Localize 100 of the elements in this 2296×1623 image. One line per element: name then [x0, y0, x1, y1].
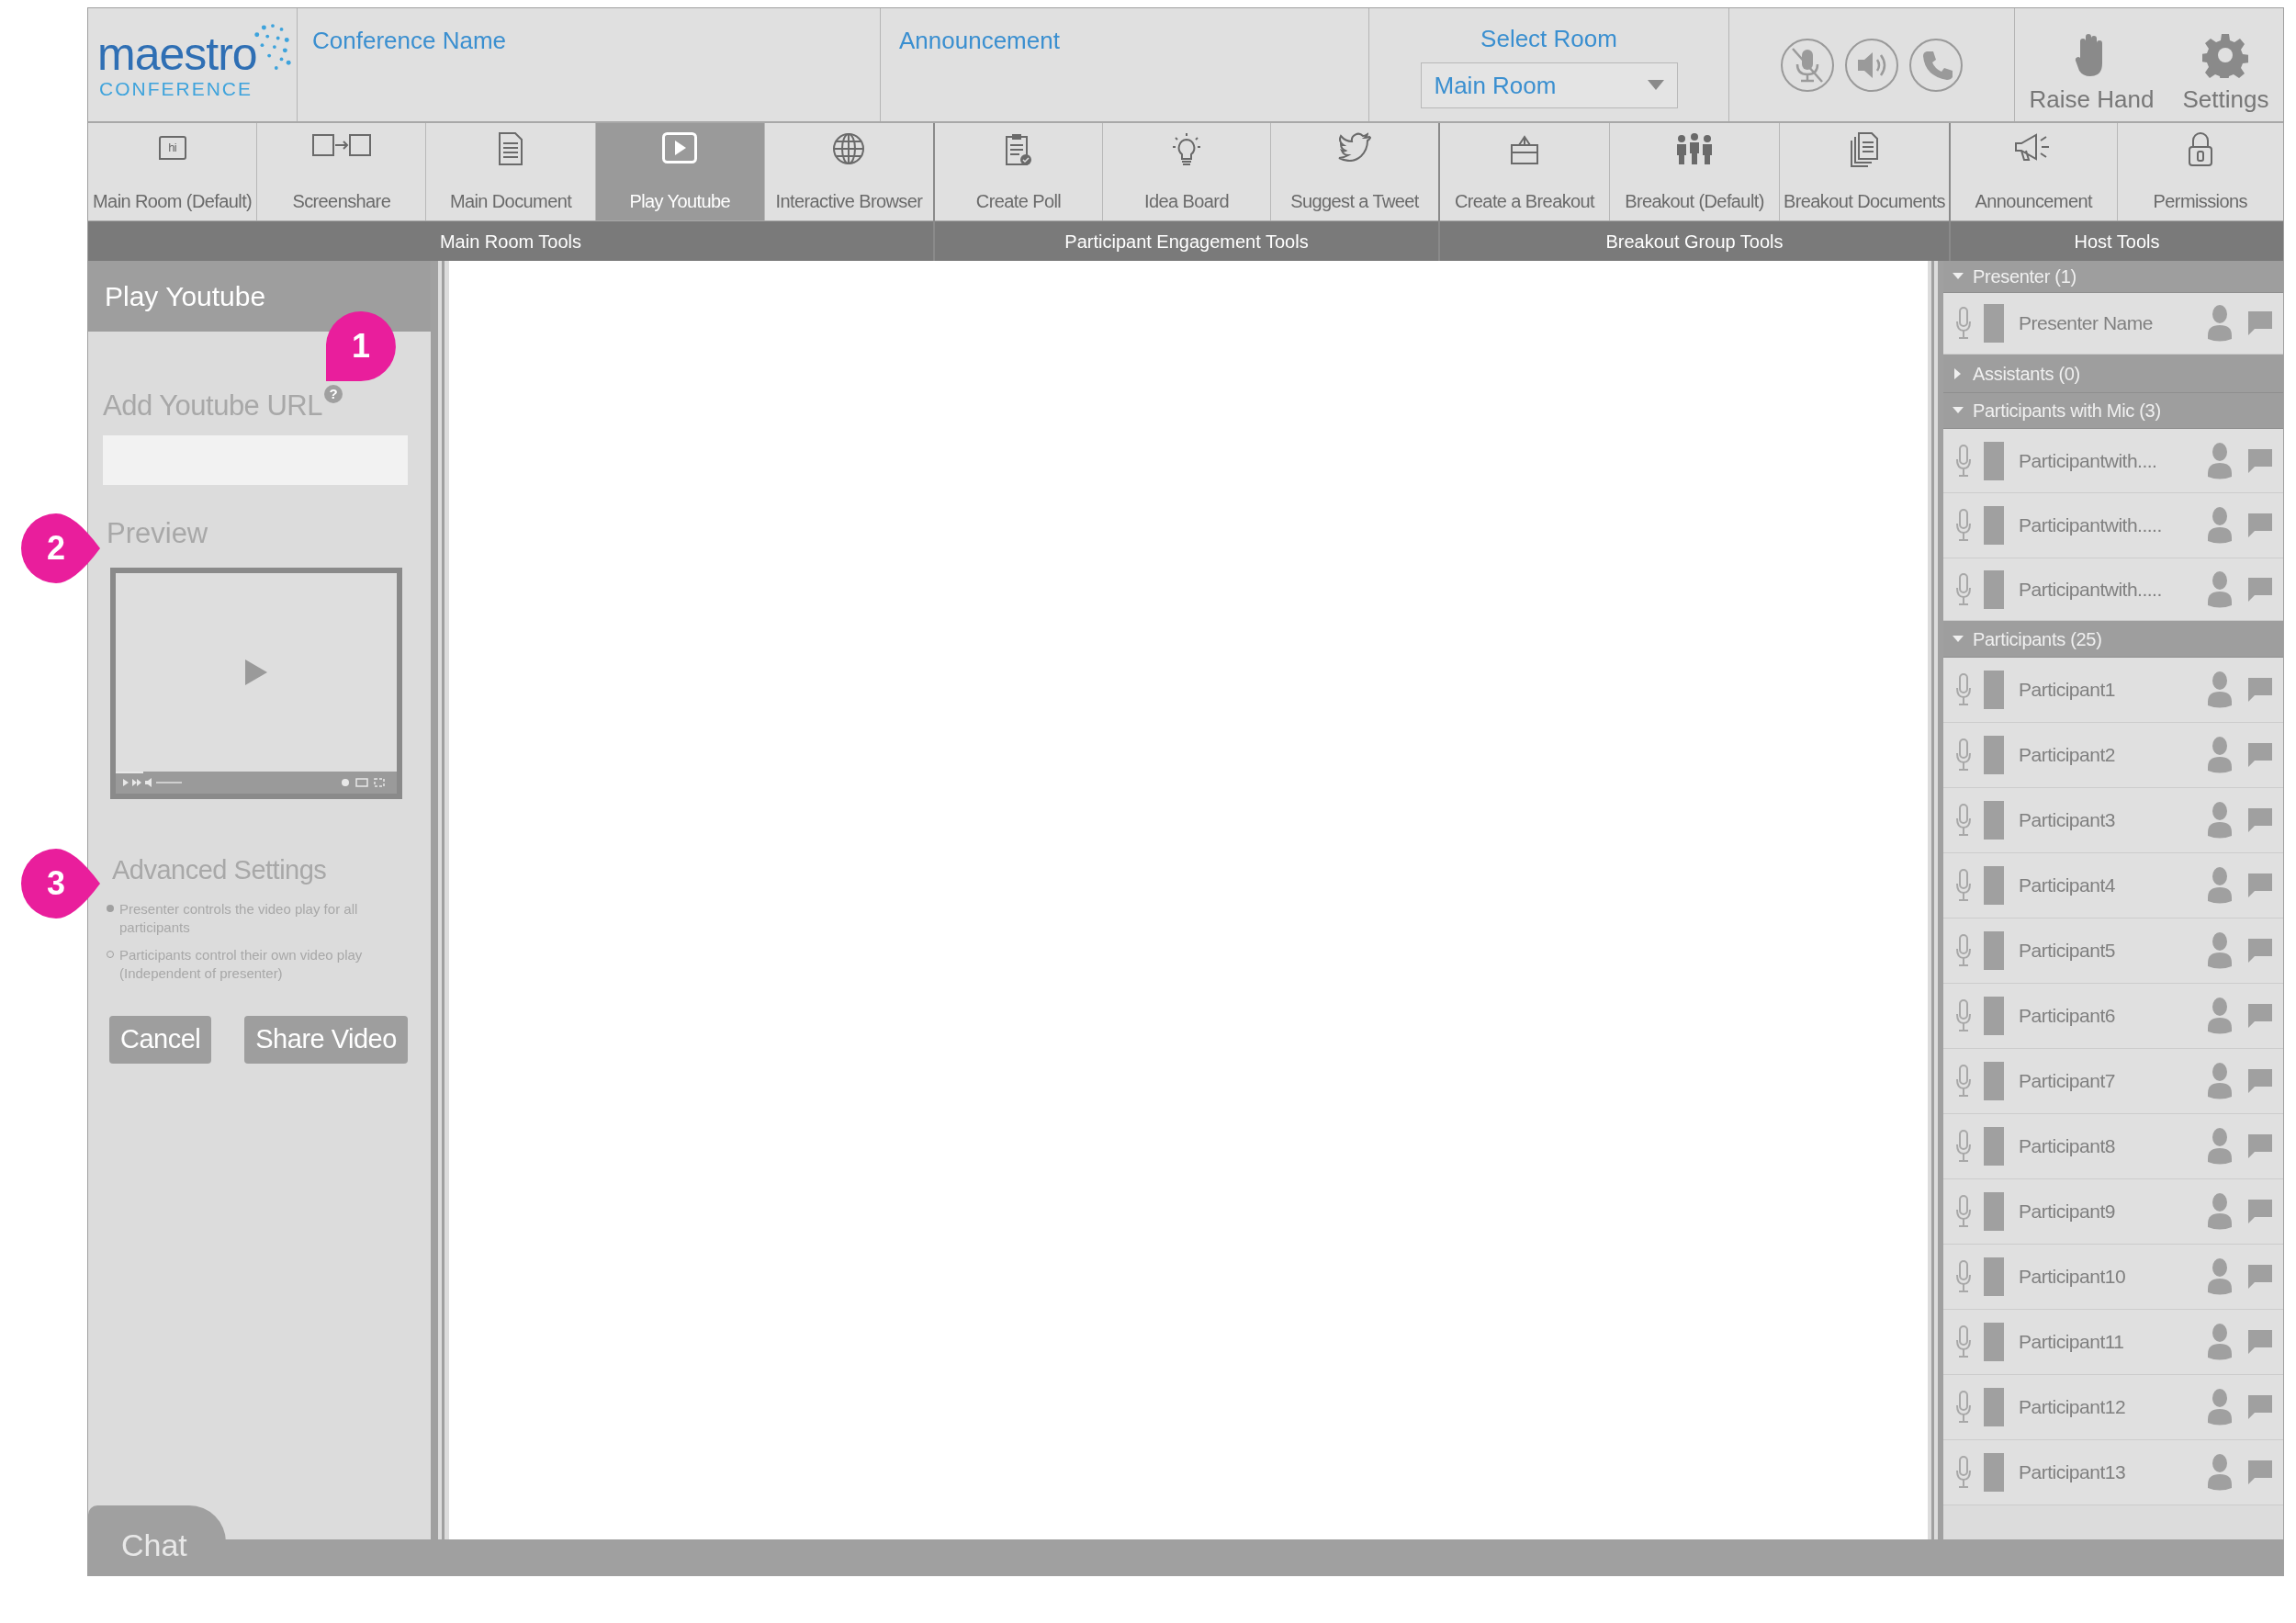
roster-section-header[interactable]: Presenter (1): [1943, 261, 2283, 293]
roster-section-header[interactable]: Participants (25): [1943, 621, 2283, 658]
microphone-icon[interactable]: [1956, 869, 1971, 902]
settings-icon: [2202, 32, 2249, 78]
chat-bubble-icon[interactable]: [2246, 676, 2274, 704]
participant-row[interactable]: Participant5: [1943, 919, 2283, 984]
microphone-icon[interactable]: [1956, 307, 1971, 340]
participant-name: Presenter Name: [2019, 311, 2154, 336]
participant-row[interactable]: Participant7: [1943, 1049, 2283, 1114]
chat-bubble-icon[interactable]: [2246, 1328, 2274, 1356]
phone-icon[interactable]: [1908, 37, 1964, 93]
microphone-icon[interactable]: [1956, 1260, 1971, 1293]
chat-bubble-icon[interactable]: [2246, 1459, 2274, 1486]
participant-row[interactable]: Participantwith....: [1943, 429, 2283, 493]
chat-bubble-icon[interactable]: [2246, 1067, 2274, 1095]
chat-bubble-icon[interactable]: [2246, 1393, 2274, 1421]
panel-splitter[interactable]: [1931, 261, 1943, 1539]
microphone-icon[interactable]: [1956, 1456, 1971, 1489]
microphone-icon[interactable]: [1956, 934, 1971, 967]
person-icon[interactable]: [2208, 1388, 2232, 1426]
participant-row[interactable]: Participant8: [1943, 1114, 2283, 1179]
person-icon[interactable]: [2208, 671, 2232, 709]
person-icon[interactable]: [2208, 1453, 2232, 1492]
bird-icon: [1338, 132, 1371, 162]
chat-bubble-icon[interactable]: [2246, 310, 2274, 337]
person-icon[interactable]: [2208, 1323, 2232, 1361]
microphone-icon[interactable]: [1956, 999, 1971, 1032]
person-icon[interactable]: [2208, 997, 2232, 1035]
participant-row[interactable]: Participant2: [1943, 723, 2283, 788]
participant-row[interactable]: Participant9: [1943, 1179, 2283, 1245]
person-icon[interactable]: [2208, 441, 2232, 480]
person-icon[interactable]: [2208, 304, 2232, 343]
person-icon[interactable]: [2208, 569, 2232, 609]
muted-microphone-icon[interactable]: [1780, 37, 1835, 93]
avatar-placeholder: [1984, 866, 2004, 905]
radio-button[interactable]: [107, 904, 114, 912]
participant-row[interactable]: Participantwith.....: [1943, 493, 2283, 558]
person-icon[interactable]: [2208, 1192, 2232, 1231]
microphone-icon[interactable]: [1956, 1325, 1971, 1358]
participant-row[interactable]: Participantwith.....: [1943, 558, 2283, 621]
participant-name: Participantwith.....: [2019, 513, 2163, 538]
microphone-icon[interactable]: [1956, 1130, 1971, 1163]
people-group-icon: [1674, 132, 1715, 165]
person-icon[interactable]: [2208, 506, 2232, 545]
chat-bubble-icon[interactable]: [2246, 1133, 2274, 1160]
help-icon[interactable]: ?: [324, 385, 343, 403]
participant-row[interactable]: Presenter Name: [1943, 293, 2283, 355]
speaker-icon[interactable]: [1844, 37, 1899, 93]
play-icon[interactable]: [245, 659, 267, 685]
person-icon[interactable]: [2208, 1257, 2232, 1296]
play-icon: [662, 132, 698, 163]
avatar-placeholder: [1984, 304, 2004, 343]
chat-bubble-icon[interactable]: [2246, 741, 2274, 769]
person-icon[interactable]: [2208, 736, 2232, 774]
chat-bubble-icon[interactable]: [2246, 512, 2274, 539]
participant-row[interactable]: Participant1: [1943, 658, 2283, 723]
room-dropdown[interactable]: Main Room: [1420, 62, 1678, 108]
participant-name: Participantwith.....: [2019, 577, 2163, 602]
settings-button[interactable]: Settings: [2182, 32, 2269, 118]
person-icon[interactable]: [2208, 931, 2232, 970]
microphone-icon[interactable]: [1956, 1195, 1971, 1228]
microphone-icon[interactable]: [1956, 572, 1971, 606]
participant-row[interactable]: Participant10: [1943, 1245, 2283, 1310]
chat-bubble-icon[interactable]: [2246, 1198, 2274, 1225]
roster-section-header[interactable]: Participants with Mic (3): [1943, 393, 2283, 429]
microphone-icon[interactable]: [1956, 673, 1971, 706]
microphone-icon[interactable]: [1956, 1391, 1971, 1424]
microphone-icon[interactable]: [1956, 1065, 1971, 1098]
panel-splitter[interactable]: [431, 261, 445, 1539]
microphone-icon[interactable]: [1956, 804, 1971, 837]
participant-row[interactable]: Participant3: [1943, 788, 2283, 853]
microphone-icon[interactable]: [1956, 444, 1971, 478]
participant-row[interactable]: Participant12: [1943, 1375, 2283, 1440]
cancel-button[interactable]: Cancel: [109, 1015, 212, 1064]
microphone-icon[interactable]: [1956, 509, 1971, 542]
person-icon[interactable]: [2208, 1062, 2232, 1100]
person-icon[interactable]: [2208, 1127, 2232, 1166]
participant-row[interactable]: Participant6: [1943, 984, 2283, 1049]
chat-bubble-icon[interactable]: [2246, 872, 2274, 899]
lightbulb-icon: [1171, 132, 1202, 167]
chat-bubble-icon[interactable]: [2246, 937, 2274, 964]
chat-bubble-icon[interactable]: [2246, 446, 2274, 475]
logo-wordmark: maestro: [97, 29, 257, 78]
share-video-button[interactable]: Share Video: [244, 1015, 408, 1064]
chat-bubble-icon[interactable]: [2246, 575, 2274, 603]
globe-icon: [832, 132, 866, 165]
avatar-placeholder: [1984, 736, 2004, 774]
person-icon[interactable]: [2208, 801, 2232, 840]
tool-tab[interactable]: Play Youtube: [595, 123, 765, 220]
participant-row[interactable]: Participant4: [1943, 853, 2283, 919]
participant-row[interactable]: Participant11: [1943, 1310, 2283, 1375]
roster-section-header[interactable]: Assistants (0): [1943, 355, 2283, 393]
chat-bubble-icon[interactable]: [2246, 1002, 2274, 1030]
person-icon[interactable]: [2208, 866, 2232, 905]
raise-hand-button[interactable]: Raise Hand: [2029, 32, 2155, 118]
padlock-icon: [2187, 132, 2213, 167]
microphone-icon[interactable]: [1956, 738, 1971, 772]
chat-bubble-icon[interactable]: [2246, 806, 2274, 834]
participant-row[interactable]: Participant13: [1943, 1440, 2283, 1505]
chat-bubble-icon[interactable]: [2246, 1263, 2274, 1291]
